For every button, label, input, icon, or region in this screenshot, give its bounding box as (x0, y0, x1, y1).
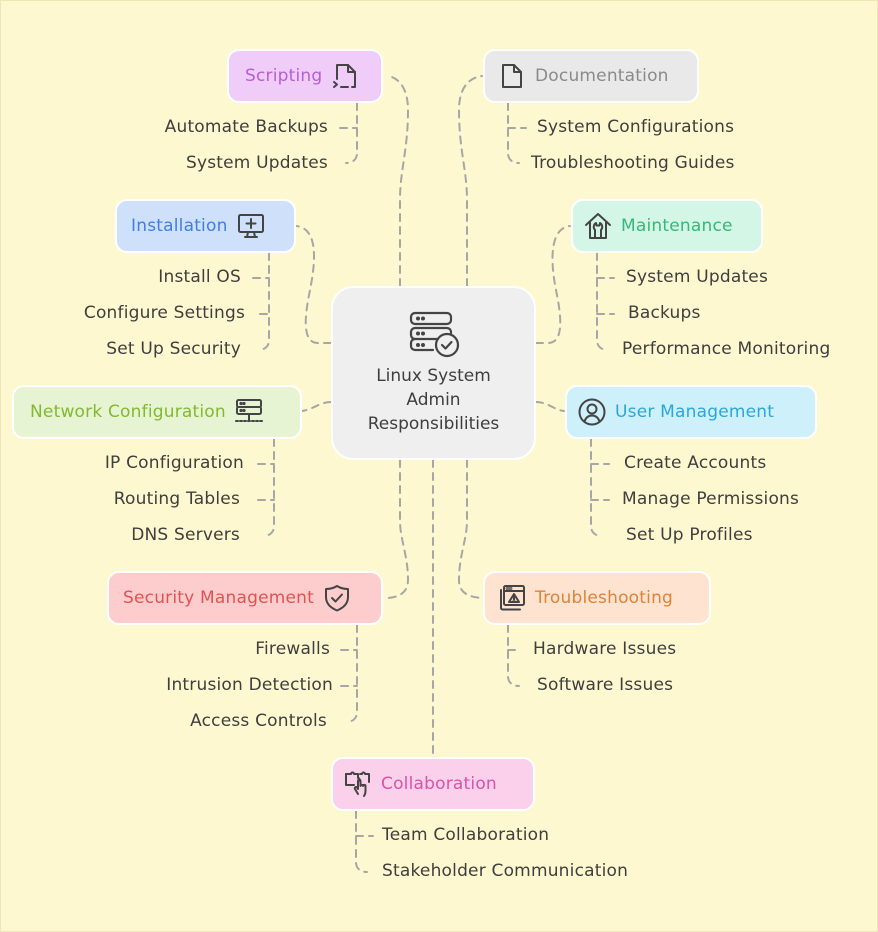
branch-node-installation[interactable]: Installation (115, 199, 296, 253)
leaf-troubleshooting-0: Hardware Issues (533, 639, 677, 659)
connector-troubleshooting-children (507, 624, 520, 687)
network-server-icon (234, 397, 264, 427)
leaf-documentation-1: Troubleshooting Guides (531, 153, 735, 173)
house-wrench-icon (583, 211, 613, 241)
branch-label-collaboration: Collaboration (381, 774, 497, 794)
leaf-network-0: IP Configuration (104, 453, 244, 473)
branch-label-installation: Installation (131, 216, 228, 236)
connector-maintenance-children (596, 252, 615, 351)
branch-node-scripting[interactable]: Scripting (227, 49, 383, 103)
leaf-installation-1: Configure Settings (83, 303, 245, 323)
branch-label-security: Security Management (123, 588, 314, 608)
connector-center-security (387, 459, 410, 599)
connector-collaboration-children (355, 810, 374, 873)
leaf-collaboration-0: Team Collaboration (382, 825, 550, 845)
connector-user-children (590, 438, 610, 537)
leaf-security-0: Firewalls (255, 639, 330, 659)
connector-security-children (340, 624, 358, 723)
leaf-security-1: Intrusion Detection (166, 675, 333, 695)
branch-node-maintenance[interactable]: Maintenance (571, 199, 763, 253)
connector-center-documentation (457, 75, 483, 287)
leaf-network-2: DNS Servers (131, 525, 240, 545)
branch-label-network: Network Configuration (30, 402, 226, 422)
leaf-collaboration-1: Stakeholder Communication (382, 861, 629, 881)
branch-label-user-management: User Management (615, 402, 775, 422)
leaf-user-management-1: Manage Permissions (622, 489, 800, 509)
branch-label-documentation: Documentation (535, 66, 669, 86)
leaf-documentation-0: System Configurations (537, 117, 735, 137)
connector-network-children (257, 438, 275, 537)
file-terminal-icon (330, 61, 360, 91)
connector-center-installation (295, 225, 332, 344)
branch-node-troubleshooting[interactable]: Troubleshooting (483, 571, 711, 625)
branch-node-documentation[interactable]: Documentation (483, 49, 699, 103)
user-circle-icon (577, 397, 607, 427)
server-check-icon (409, 311, 459, 358)
connector-center-troubleshooting (457, 459, 483, 599)
leaf-installation-0: Install OS (158, 267, 241, 287)
leaf-user-management-2: Set Up Profiles (626, 525, 753, 545)
branch-node-security[interactable]: Security Management (107, 571, 383, 625)
mindmap-canvas: Linux System Admin Responsibilities Scri… (0, 0, 878, 932)
leaf-scripting-1: System Updates (185, 153, 328, 173)
connector-center-network (301, 401, 332, 412)
monitor-plus-icon (236, 211, 266, 241)
leaf-maintenance-2: Performance Monitoring (622, 339, 831, 359)
leaf-security-2: Access Controls (190, 711, 327, 731)
connector-center-maintenance (535, 225, 571, 344)
shield-check-icon (322, 583, 352, 613)
leaf-maintenance-1: Backups (628, 303, 701, 323)
leaf-troubleshooting-1: Software Issues (537, 675, 674, 695)
branch-node-network[interactable]: Network Configuration (12, 385, 302, 439)
connector-installation-children (252, 252, 270, 351)
connector-center-user (535, 401, 565, 412)
branch-node-user-management[interactable]: User Management (565, 385, 817, 439)
leaf-user-management-0: Create Accounts (624, 453, 767, 473)
connector-scripting-children (339, 102, 358, 164)
leaf-maintenance-0: System Updates (626, 267, 769, 287)
central-topic-node[interactable]: Linux System Admin Responsibilities (331, 286, 536, 460)
branch-label-scripting: Scripting (245, 66, 323, 86)
window-warning-icon (497, 583, 527, 613)
leaf-scripting-0: Automate Backups (164, 117, 328, 137)
puzzle-hand-icon (343, 769, 373, 799)
leaf-network-1: Routing Tables (113, 489, 240, 509)
file-icon (497, 61, 527, 91)
branch-label-troubleshooting: Troubleshooting (535, 588, 674, 608)
connector-documentation-children (507, 102, 527, 164)
leaf-installation-2: Set Up Security (106, 339, 241, 359)
branch-label-maintenance: Maintenance (621, 216, 733, 236)
connector-center-scripting (387, 75, 410, 287)
central-topic-title: Linux System Admin Responsibilities (367, 366, 500, 434)
branch-node-collaboration[interactable]: Collaboration (331, 757, 535, 811)
